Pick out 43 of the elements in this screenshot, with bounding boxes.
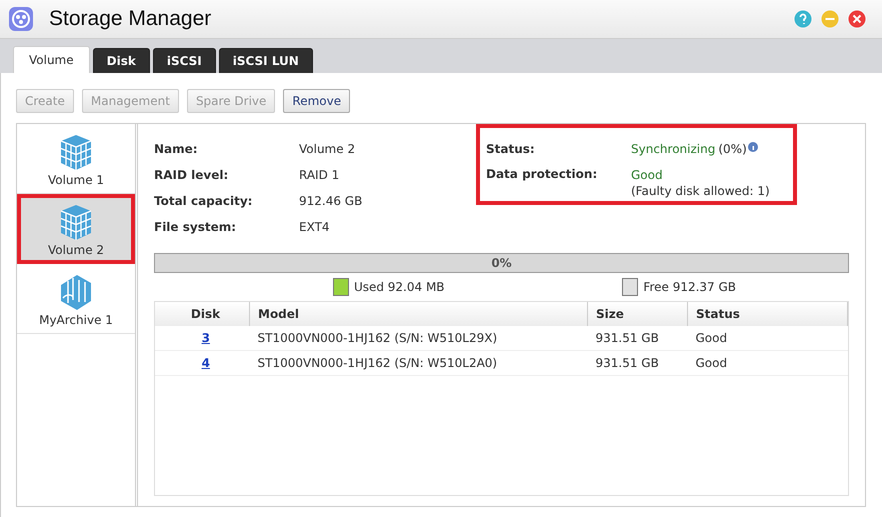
- field-label: File system:: [154, 220, 238, 234]
- status-value: Synchronizing: [631, 142, 716, 156]
- used-swatch: [332, 278, 349, 296]
- usage-percent: 0%: [491, 256, 512, 270]
- disk-link[interactable]: 3: [202, 331, 210, 345]
- table-cell: 931.51 GB: [596, 331, 659, 345]
- field-label: Total capacity:: [154, 194, 254, 208]
- window-title: Storage Manager: [49, 7, 212, 31]
- sidebar-item[interactable]: Volume 2: [17, 194, 135, 264]
- field-label: Status:: [486, 142, 536, 156]
- table-cell: Good: [696, 356, 728, 370]
- toolbar-button[interactable]: Remove: [283, 89, 350, 113]
- info-icon[interactable]: [748, 142, 758, 152]
- column-header: Model: [250, 302, 588, 326]
- legend-label: Used 92.04 MB: [354, 280, 445, 294]
- column-header: Size: [588, 302, 688, 326]
- sidebar-item[interactable]: MyArchive 1: [17, 264, 135, 334]
- free-swatch: [622, 278, 638, 296]
- tab[interactable]: iSCSI: [152, 48, 216, 73]
- column-header: Disk: [155, 302, 250, 326]
- disk-link[interactable]: 4: [202, 356, 210, 370]
- legend-label: Free 912.37 GB: [643, 280, 736, 294]
- tab[interactable]: iSCSI LUN: [218, 48, 313, 73]
- protection-note: (Faulty disk allowed: 1): [631, 183, 770, 199]
- table-cell: Good: [696, 331, 728, 345]
- app-icon: [8, 6, 34, 32]
- table-cell: 931.51 GB: [596, 356, 659, 370]
- field-label: Name:: [154, 142, 199, 156]
- table-cell: ST1000VN000-1HJ162 (S/N: W510L2A0): [258, 356, 498, 370]
- close-icon[interactable]: [848, 10, 866, 28]
- status-progress: (0%): [718, 142, 747, 156]
- column-header: Status: [688, 302, 848, 326]
- field-value: RAID 1: [299, 168, 340, 182]
- help-icon[interactable]: [794, 10, 812, 28]
- field-value: EXT4: [299, 220, 330, 234]
- field-value: 912.46 GB: [299, 194, 362, 208]
- table-cell: ST1000VN000-1HJ162 (S/N: W510L29X): [258, 331, 498, 345]
- field-label: RAID level:: [154, 168, 230, 182]
- field-value: Volume 2: [299, 142, 356, 156]
- tab[interactable]: Volume: [13, 46, 90, 73]
- field-label: Data protection:: [486, 167, 598, 181]
- protection-value: Good: [631, 167, 664, 183]
- tab[interactable]: Disk: [92, 48, 150, 73]
